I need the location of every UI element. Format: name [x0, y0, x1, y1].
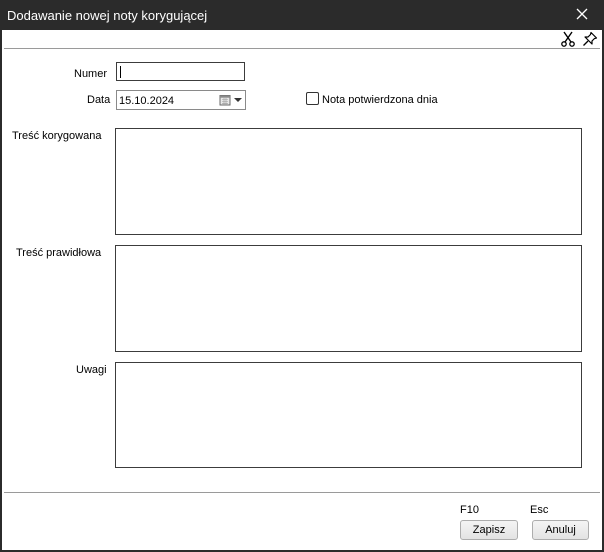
nota-potwierdzona-checkbox[interactable]: [306, 92, 319, 105]
title-bar[interactable]: Dodawanie nowej noty korygującej: [0, 0, 604, 30]
uwagi-label: Uwagi: [76, 364, 107, 376]
cancel-button[interactable]: Anuluj: [532, 520, 589, 540]
dialog-body: Numer Data 15.10.2024 Nota potwierdzona …: [2, 30, 602, 550]
tresc-korygowana-textarea[interactable]: [115, 128, 582, 235]
scissors-icon: [561, 31, 575, 47]
tresc-prawidlowa-textarea[interactable]: [115, 245, 582, 352]
toolbar-separator: [4, 48, 600, 49]
chevron-down-icon: [234, 98, 242, 102]
uwagi-textarea[interactable]: [115, 362, 582, 468]
text-caret: [120, 66, 121, 78]
numer-label: Numer: [74, 68, 108, 80]
tresc-korygowana-label: Treść korygowana: [12, 130, 102, 142]
close-icon: [576, 8, 588, 20]
tresc-prawidlowa-label: Treść prawidłowa: [16, 247, 102, 259]
numer-input[interactable]: [116, 62, 245, 81]
save-shortcut-label: F10: [460, 504, 479, 516]
pin-button[interactable]: [580, 30, 600, 48]
date-picker[interactable]: 15.10.2024: [116, 90, 246, 110]
data-label: Data: [87, 94, 111, 106]
cut-button[interactable]: [558, 30, 578, 48]
close-button[interactable]: [566, 3, 598, 25]
footer-separator: [4, 492, 600, 493]
pin-icon: [583, 31, 598, 46]
cancel-shortcut-label: Esc: [530, 504, 549, 516]
dialog-window: Dodawanie nowej noty korygującej Numer D…: [0, 0, 604, 552]
calendar-dropdown-button[interactable]: [219, 93, 243, 107]
save-button[interactable]: Zapisz: [460, 520, 518, 540]
nota-potwierdzona-label[interactable]: Nota potwierdzona dnia: [322, 94, 438, 106]
date-value: 15.10.2024: [119, 95, 175, 107]
calendar-icon: [219, 95, 231, 106]
window-title: Dodawanie nowej noty korygującej: [7, 8, 208, 23]
